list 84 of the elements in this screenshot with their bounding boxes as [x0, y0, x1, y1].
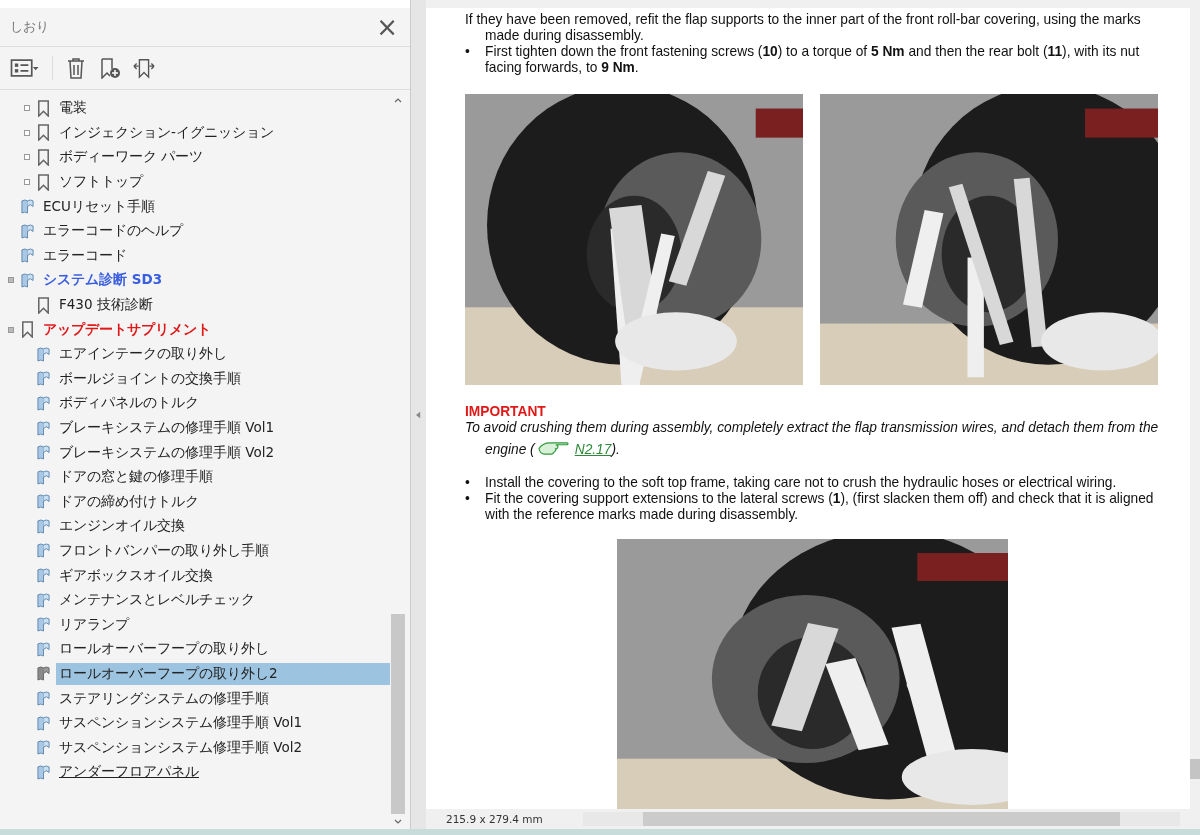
scroll-up-icon[interactable] [394, 98, 402, 103]
bookmark-item[interactable]: フロントバンパーの取り外し手順 [56, 540, 272, 562]
bookmark-page-icon [37, 394, 50, 412]
bookmark-item[interactable]: ボールジョイントの交換手順 [56, 367, 244, 390]
scroll-down-icon[interactable] [394, 819, 402, 824]
bookmark-item[interactable]: ブレーキシステムの修理手順 Vol1 [56, 417, 278, 439]
bookmark-icon [37, 149, 50, 166]
collapse-icon[interactable] [416, 410, 421, 419]
paragraph: First tighten down the front fastening screws (10) to a torque of 5 Nm and then the rear bolt (11), with its nut facing forwards, to 9 Nm. [485, 44, 1141, 76]
expand-toggle[interactable] [24, 179, 30, 186]
bookmark-item[interactable]: アップデートサプリメント [40, 318, 214, 341]
paragraph: Fit the covering support extensions to the lateral screws (1), (first slacken them off) and check that it is aligned with the reference marks made during disassembly. [485, 491, 1155, 523]
bookmark-item[interactable]: エラーコードのヘルプ [40, 220, 186, 243]
bookmark-icon [37, 173, 50, 191]
trash-icon[interactable] [65, 57, 87, 79]
bookmark-item[interactable]: エアインテークの取り外し [56, 343, 230, 366]
scroll-thumb[interactable] [391, 614, 405, 814]
bookmark-item[interactable]: エラーコード [40, 244, 130, 267]
bookmark-item[interactable]: ドアの締め付けトルク [56, 490, 202, 513]
bookmark-item[interactable]: ボディーワーク パーツ [56, 146, 207, 169]
bookmark-item[interactable]: ステアリングシステムの修理手順 [56, 687, 272, 710]
paragraph: Install the covering to the soft top frame, taking care not to crush the hydraulic hoses or electrical wiring. [485, 475, 1117, 491]
bookmark-page-icon [37, 517, 50, 535]
bookmark-page-icon [37, 468, 50, 486]
bookmark-icon [21, 321, 34, 339]
expand-toggle[interactable] [24, 154, 30, 161]
horizontal-scrollbar[interactable] [582, 812, 1180, 826]
bookmark-page-icon [37, 493, 50, 511]
expand-bookmark-icon[interactable] [133, 57, 155, 79]
expand-toggle[interactable] [8, 277, 14, 284]
close-button[interactable]: × [372, 14, 402, 40]
bookmark-page-icon [37, 763, 50, 781]
bookmark-item[interactable]: インジェクション-イグニッション [56, 121, 277, 144]
bookmark-page-icon [37, 370, 50, 388]
bookmark-page-icon [37, 567, 50, 585]
bookmark-page-icon [37, 444, 50, 462]
bookmark-page-icon [37, 690, 50, 708]
bookmark-item[interactable]: F430 技術診断 [56, 294, 156, 317]
important-heading: IMPORTANT [465, 404, 547, 420]
bookmark-page-icon [37, 419, 50, 437]
expand-toggle[interactable] [8, 326, 14, 333]
bookmark-item[interactable]: ロールオーバーフープの取り外し [56, 638, 272, 661]
expand-toggle[interactable] [24, 105, 30, 112]
bookmark-page-icon [21, 198, 34, 216]
bookmark-item[interactable]: ロールオーバーフープの取り外し2 [56, 662, 390, 685]
bookmark-page-icon [21, 271, 34, 289]
bookmark-icon [37, 99, 50, 117]
options-icon[interactable] [10, 59, 40, 77]
bookmark-page-icon [37, 542, 50, 560]
bookmark-page-icon [37, 714, 50, 732]
paragraph: If they have been removed, refit the flap supports to the inner part of the front roll-bar covering, using the marks made during disassembly. [465, 12, 1142, 44]
bookmark-item[interactable]: アンダーフロアパネル [56, 761, 202, 784]
bookmark-page-icon [37, 640, 50, 658]
bookmark-page-icon [37, 739, 50, 757]
bookmark-item[interactable]: ボディパネルのトルク [56, 392, 202, 415]
expand-toggle[interactable] [24, 129, 30, 136]
bookmark-icon [37, 124, 50, 142]
bookmark-icon [37, 296, 50, 314]
bookmark-page-icon [37, 616, 50, 634]
bullet: • [465, 491, 471, 508]
bookmark-page-icon [37, 665, 50, 683]
pointing-hand-icon [536, 441, 571, 456]
panel-title: しおり [10, 18, 49, 36]
bullet: • [465, 44, 471, 61]
bookmark-item[interactable]: エンジンオイル交換 [56, 515, 188, 538]
bookmark-item[interactable]: システム診断 SD3 [40, 269, 166, 292]
bookmark-item[interactable]: サスペンションシステム修理手順 Vol2 [56, 736, 306, 759]
bookmark-item[interactable]: ECUリセット手順 [40, 195, 158, 218]
add-bookmark-icon[interactable] [99, 57, 121, 79]
bookmark-page-icon [37, 345, 50, 363]
bookmark-item[interactable]: ソフトトップ [56, 171, 146, 194]
important-note: To avoid crushing them during assembly, completely extract the flap transmission wires, and detach them from the engine ( N2.17). [465, 419, 1160, 459]
bookmark-item[interactable]: メンテナンスとレベルチェック [56, 589, 258, 612]
bookmark-item[interactable]: ドアの窓と鍵の修理手順 [56, 466, 216, 489]
bookmark-page-icon [21, 247, 34, 265]
page-size: 215.9 x 279.4 mm [445, 813, 544, 825]
bookmark-item[interactable]: ブレーキシステムの修理手順 Vol2 [56, 441, 278, 464]
bookmark-page-icon [37, 591, 50, 609]
bullet: • [465, 475, 471, 491]
bookmark-page-icon [21, 222, 34, 240]
bookmark-item[interactable]: リアランプ [56, 613, 132, 636]
bookmark-item[interactable]: ギアボックスオイル交換 [56, 564, 216, 587]
bookmark-item[interactable]: 電装 [56, 97, 90, 120]
bookmark-item[interactable]: サスペンションシステム修理手順 Vol1 [56, 712, 306, 735]
